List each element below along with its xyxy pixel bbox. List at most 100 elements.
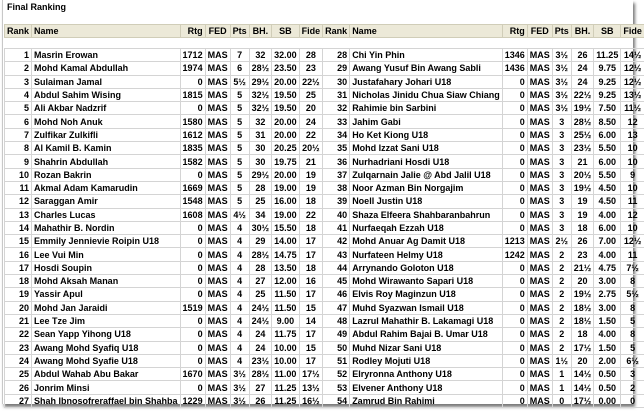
cell-rtg: 0 <box>179 287 206 302</box>
cell-rtg: 0 <box>501 167 528 182</box>
cell-sb: 4.00 <box>593 247 622 262</box>
cell-rank: 31 <box>322 87 351 103</box>
cell-name: Hosdi Soupin <box>31 260 181 276</box>
cell-name: Mohd Kamal Abdullah <box>31 61 181 76</box>
cell-bh: 25 <box>248 194 273 209</box>
cell-pts: 3½ <box>551 101 572 116</box>
cell-fed: MAS <box>204 127 231 143</box>
cell-fide: 12½ <box>620 61 644 76</box>
cell-name: Shaza Elfeera Shahbaranbahrun <box>349 207 503 222</box>
cell-bh: 21 <box>570 154 595 169</box>
cell-rank: 29 <box>322 61 351 76</box>
cell-name: Awang Mohd Syafiq U18 <box>31 340 181 355</box>
cell-fide: 8 <box>620 327 644 342</box>
column-header[interactable]: Name <box>349 24 503 38</box>
cell-pts: 4 <box>229 300 250 315</box>
column-header[interactable]: Rtg <box>179 24 206 38</box>
cell-fed: MAS <box>526 114 553 129</box>
cell-pts: 3½ <box>551 47 572 63</box>
cell-name: Nicholas Jinidu Chua Siaw Chiang <box>349 87 503 103</box>
cell-pts: 4 <box>229 287 250 302</box>
cell-bh: 23½ <box>570 141 595 156</box>
cell-rank: 6 <box>3 114 33 129</box>
cell-rank: 51 <box>322 353 351 369</box>
column-header[interactable]: SB <box>271 24 300 38</box>
cell-fide: 15 <box>298 300 324 315</box>
cell-pts: 3½ <box>229 393 250 409</box>
cell-fed: MAS <box>204 141 231 156</box>
table-row: 7 Zulfikar Zulkifli 1612 MAS 5 31 20.00 22 34 Ho … <box>3 127 644 143</box>
cell-fed: MAS <box>526 180 553 196</box>
cell-bh: 19 <box>570 207 595 222</box>
cell-rank: 24 <box>3 353 33 369</box>
cell-name: Chi Yin Phin <box>349 47 503 63</box>
cell-sb: 11.50 <box>271 300 300 315</box>
cell-rank: 38 <box>322 180 351 196</box>
cell-pts: 2 <box>551 313 572 329</box>
cell-fide: 8 <box>620 274 644 289</box>
cell-rtg: 1608 <box>179 207 206 222</box>
cell-sb: 6.00 <box>593 154 622 169</box>
column-header[interactable]: Rank <box>322 24 351 38</box>
cell-rank: 42 <box>322 234 351 249</box>
cell-sb: 4.50 <box>593 194 622 209</box>
column-header[interactable]: Fide <box>620 24 644 38</box>
cell-bh: 20 <box>570 274 595 289</box>
cell-rtg: 1213 <box>501 234 528 249</box>
cell-fed: MAS <box>204 260 231 276</box>
column-header[interactable]: Rank <box>3 24 33 38</box>
cell-pts: 7 <box>229 47 250 63</box>
column-header[interactable]: SB <box>593 24 622 38</box>
column-header[interactable]: Rtg <box>501 24 528 38</box>
cell-name: Muhd Nizar Sani U18 <box>349 340 503 355</box>
cell-fide: 10 <box>620 154 644 169</box>
cell-fide: 28 <box>298 47 324 63</box>
column-header[interactable]: BH. <box>570 24 595 38</box>
cell-sb: 9.25 <box>593 87 622 103</box>
cell-rtg: 0 <box>179 101 206 116</box>
column-header[interactable]: Fide <box>298 24 324 38</box>
cell-fed: MAS <box>526 353 553 369</box>
cell-rtg: 1582 <box>179 154 206 169</box>
cell-rank: 22 <box>3 327 33 342</box>
cell-rtg: 0 <box>501 87 528 103</box>
column-header[interactable]: Pts <box>229 24 250 38</box>
cell-bh: 24½ <box>248 313 273 329</box>
cell-pts: 3½ <box>229 380 250 395</box>
cell-rtg: 0 <box>501 393 528 409</box>
column-header[interactable]: Name <box>31 24 181 38</box>
cell-fed: MAS <box>204 353 231 369</box>
column-header[interactable]: FED <box>526 24 553 38</box>
cell-pts: 4 <box>229 220 250 236</box>
cell-fide: 7½ <box>620 260 644 276</box>
cell-pts: 0 <box>551 393 572 409</box>
cell-fide: 5 <box>620 313 644 329</box>
cell-fide: 16½ <box>298 393 324 409</box>
column-header[interactable]: FED <box>204 24 231 38</box>
cell-sb: 14.75 <box>271 247 300 262</box>
table-row: 19 Yassir Apul 0 MAS 4 25 11.50 17 46 Elvis Roy M… <box>3 287 644 302</box>
cell-name: Elvis Roy Maginzun U18 <box>349 287 503 302</box>
cell-rank: 26 <box>3 380 33 395</box>
cell-sb: 9.00 <box>271 313 300 329</box>
cell-fide: 18 <box>298 194 324 209</box>
cell-bh: 19½ <box>570 180 595 196</box>
cell-rtg: 0 <box>179 247 206 262</box>
cell-fed: MAS <box>526 74 553 89</box>
cell-fide: 5½ <box>620 287 644 302</box>
cell-name: Mohd Noh Anuk <box>31 114 181 129</box>
cell-sb: 5.50 <box>593 141 622 156</box>
ranking-window: Final Ranking Rank Name Rtg FED Pts BH. SB Fide… <box>2 0 644 409</box>
cell-fide: 13½ <box>620 87 644 103</box>
cell-pts: 4 <box>229 353 250 369</box>
cell-name: Jonrim Minsi <box>31 380 181 395</box>
cell-fide: 12½ <box>620 234 644 249</box>
cell-fide: 24 <box>298 114 324 129</box>
cell-sb: 3.00 <box>593 300 622 315</box>
column-header[interactable]: Pts <box>551 24 572 38</box>
cell-rtg: 0 <box>501 114 528 129</box>
cell-fed: MAS <box>526 127 553 143</box>
cell-sb: 5.50 <box>593 167 622 182</box>
column-header[interactable]: BH. <box>248 24 273 38</box>
cell-rank: 18 <box>3 274 33 289</box>
